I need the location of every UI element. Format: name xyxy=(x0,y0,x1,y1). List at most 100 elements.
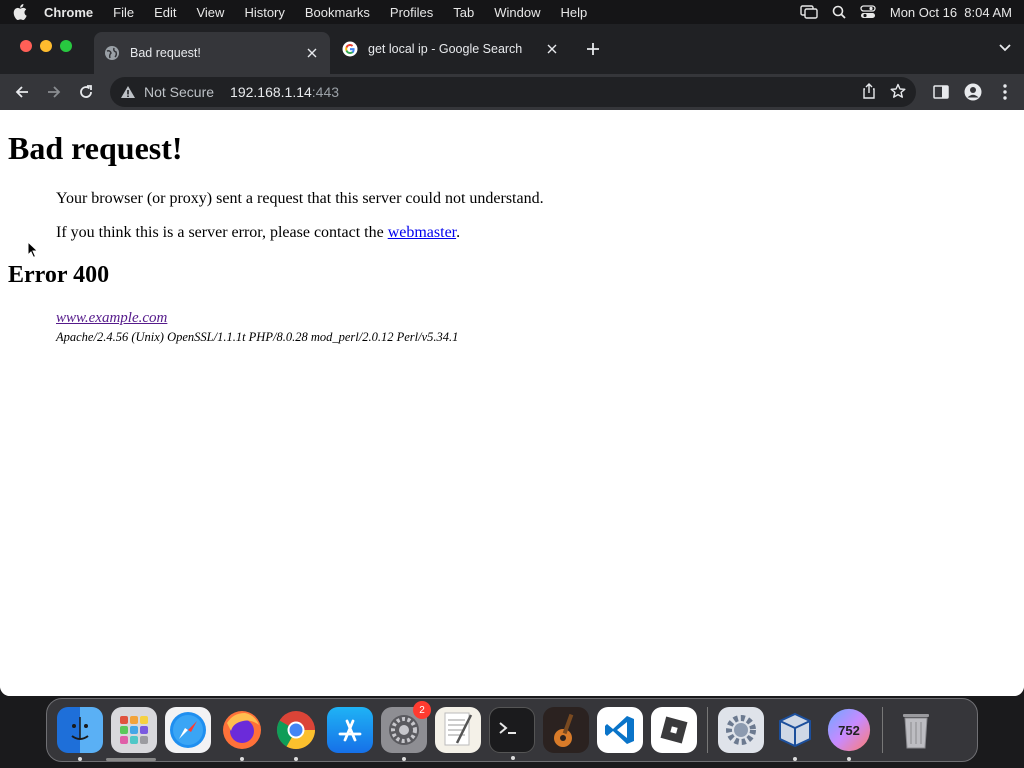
roblox-icon xyxy=(660,716,688,744)
running-indicator xyxy=(847,757,851,761)
macos-dock: 2 752 xyxy=(46,698,978,762)
dock-finder[interactable] xyxy=(57,707,103,761)
minimize-window-button[interactable] xyxy=(40,40,52,52)
dock-app-store[interactable] xyxy=(327,707,373,753)
tab-title: Bad request! xyxy=(130,46,201,60)
trash-icon xyxy=(903,714,929,749)
chrome-icon xyxy=(276,711,316,750)
dock-separator xyxy=(707,707,708,753)
warning-icon[interactable] xyxy=(120,85,136,99)
new-tab-button[interactable] xyxy=(582,38,604,60)
security-label[interactable]: Not Secure xyxy=(144,84,214,100)
dock-vscode[interactable] xyxy=(597,707,643,753)
dock-chrome[interactable] xyxy=(273,707,319,761)
share-icon[interactable] xyxy=(862,82,876,102)
macos-menu-bar: Chrome File Edit View History Bookmarks … xyxy=(0,0,1024,24)
tab-strip: Bad request! get local ip - Google Searc… xyxy=(0,24,1024,74)
dock-settings-utility[interactable] xyxy=(718,707,764,753)
forward-button[interactable] xyxy=(38,78,70,106)
running-indicator xyxy=(294,757,298,761)
contact-suffix: . xyxy=(456,224,461,241)
dock-launchpad[interactable] xyxy=(111,707,157,753)
menu-app-name[interactable]: Chrome xyxy=(40,5,103,20)
dock-terminal[interactable] xyxy=(489,707,535,760)
chevron-down-icon xyxy=(999,44,1011,52)
bookmark-star-icon[interactable] xyxy=(890,83,906,102)
launchpad-icon xyxy=(120,716,148,744)
close-tab-icon[interactable] xyxy=(304,45,320,61)
app-badge-number: 752 xyxy=(838,722,860,738)
dock-system-settings[interactable]: 2 xyxy=(381,701,431,761)
contact-paragraph: If you think this is a server error, ple… xyxy=(56,224,460,242)
web-page-content: Bad request! Your browser (or proxy) sen… xyxy=(0,110,1024,696)
menu-view[interactable]: View xyxy=(186,5,234,20)
dock-safari[interactable] xyxy=(165,707,211,753)
menu-bookmarks[interactable]: Bookmarks xyxy=(295,5,380,20)
app-store-icon xyxy=(338,719,362,742)
dock-badge-app[interactable]: 752 xyxy=(826,707,872,761)
plus-icon xyxy=(587,43,599,55)
error-code-heading: Error 400 xyxy=(8,262,110,288)
window-controls xyxy=(20,40,72,52)
webmaster-link[interactable]: webmaster xyxy=(388,224,456,241)
running-indicator xyxy=(78,757,82,761)
tab-google-search[interactable]: get local ip - Google Search xyxy=(332,32,570,66)
safari-compass-icon xyxy=(170,712,206,748)
finder-icon xyxy=(71,717,89,740)
address-bar[interactable]: Not Secure 192.168.1.14 :443 xyxy=(110,77,916,107)
reload-button[interactable] xyxy=(70,78,102,106)
firefox-icon xyxy=(223,711,261,749)
apple-menu-icon[interactable] xyxy=(0,4,40,20)
textedit-icon xyxy=(444,712,473,746)
zoom-window-button[interactable] xyxy=(60,40,72,52)
globe-icon xyxy=(104,45,120,61)
dock-trash[interactable] xyxy=(893,707,939,753)
dock-textedit[interactable] xyxy=(435,707,481,753)
browser-window: Bad request! get local ip - Google Searc… xyxy=(0,24,1024,696)
tab-bad-request[interactable]: Bad request! xyxy=(94,32,330,74)
url-port: :443 xyxy=(311,84,340,100)
dock-separator xyxy=(882,707,883,753)
menu-profiles[interactable]: Profiles xyxy=(380,5,443,20)
menu-tab[interactable]: Tab xyxy=(443,5,484,20)
arrow-left-icon xyxy=(15,86,28,98)
profile-avatar-icon[interactable] xyxy=(962,78,984,106)
dock-virtualbox[interactable] xyxy=(772,707,818,761)
running-indicator xyxy=(511,756,515,760)
arrow-right-icon xyxy=(48,86,61,98)
url-host: 192.168.1.14 xyxy=(230,84,312,100)
tab-title: get local ip - Google Search xyxy=(368,42,523,56)
contact-prefix: If you think this is a server error, ple… xyxy=(56,224,388,241)
dock-firefox[interactable] xyxy=(219,707,265,761)
running-indicator xyxy=(240,757,244,761)
close-tab-icon[interactable] xyxy=(544,41,560,57)
menubar-datetime[interactable]: Mon Oct 16 8:04 AM xyxy=(890,5,1012,20)
menu-edit[interactable]: Edit xyxy=(144,5,186,20)
menu-help[interactable]: Help xyxy=(551,5,598,20)
close-window-button[interactable] xyxy=(20,40,32,52)
browser-toolbar: Not Secure 192.168.1.14 :443 xyxy=(0,74,1024,110)
dock-roblox[interactable] xyxy=(651,707,697,753)
guitar-icon xyxy=(554,713,574,747)
more-options-icon[interactable] xyxy=(994,78,1016,106)
reload-icon xyxy=(80,85,92,98)
notification-badge: 2 xyxy=(413,701,431,719)
menu-window[interactable]: Window xyxy=(484,5,550,20)
tab-search-button[interactable] xyxy=(998,40,1012,59)
screen-mirroring-icon[interactable] xyxy=(800,5,818,19)
side-panel-icon[interactable] xyxy=(930,78,952,106)
menu-file[interactable]: File xyxy=(103,5,144,20)
error-message: Your browser (or proxy) sent a request t… xyxy=(56,190,544,207)
vscode-icon xyxy=(605,716,634,744)
spotlight-search-icon[interactable] xyxy=(832,5,846,19)
back-button[interactable] xyxy=(6,78,38,106)
menu-history[interactable]: History xyxy=(234,5,294,20)
dock-scroll-indicator xyxy=(106,758,156,761)
running-indicator xyxy=(402,757,406,761)
dock-garageband[interactable] xyxy=(543,707,589,753)
control-center-icon[interactable] xyxy=(860,5,876,19)
gear-icon xyxy=(726,715,756,745)
server-signature: Apache/2.4.56 (Unix) OpenSSL/1.1.1t PHP/… xyxy=(56,330,459,344)
server-address-link[interactable]: www.example.com xyxy=(56,310,167,327)
virtualbox-icon xyxy=(779,712,811,748)
